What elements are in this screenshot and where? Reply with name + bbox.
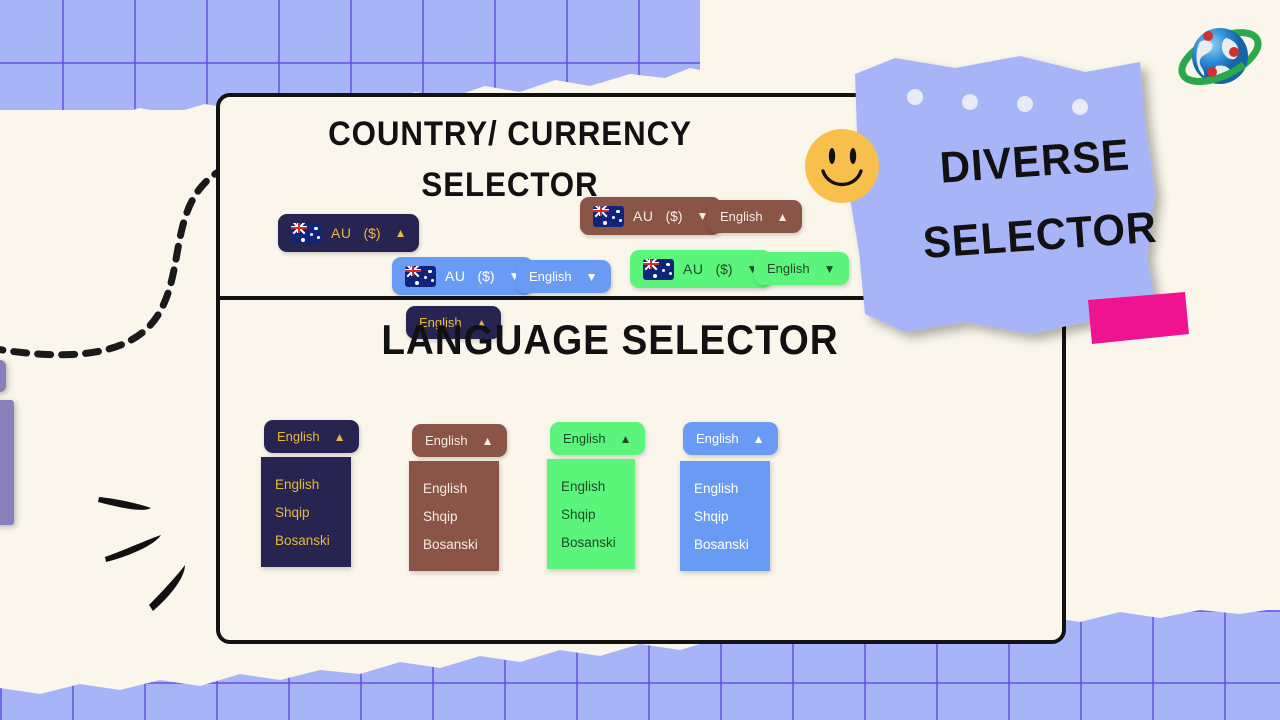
- language-dropdown-panel-navy[interactable]: English Shqip Bosanski: [261, 457, 351, 567]
- currency-symbol: ($): [665, 208, 683, 224]
- chevron-up-icon: ▲: [394, 226, 407, 240]
- language-option[interactable]: English: [261, 471, 351, 499]
- language-dropdown-trigger-blue[interactable]: English ▲: [683, 422, 778, 455]
- language-option[interactable]: English: [409, 475, 499, 503]
- chevron-down-icon: ▼: [585, 269, 598, 284]
- language-dropdown-trigger-navy[interactable]: English ▲: [264, 420, 359, 453]
- language-option[interactable]: English: [547, 473, 635, 501]
- language-pill-brown[interactable]: English ▲: [707, 200, 802, 233]
- language-label: English: [767, 261, 810, 276]
- currency-symbol: ($): [477, 268, 495, 284]
- country-currency-selector-blue[interactable]: AU ($) ▼: [392, 257, 534, 295]
- language-option[interactable]: Bosanski: [547, 529, 635, 557]
- language-trigger-label: English: [696, 431, 739, 446]
- chevron-up-icon: ▲: [333, 429, 346, 444]
- australia-flag-icon: [291, 222, 322, 244]
- language-option[interactable]: Shqip: [680, 503, 770, 531]
- language-dropdown-panel-green[interactable]: English Shqip Bosanski: [547, 459, 635, 569]
- language-section-title: Language Selector: [381, 316, 839, 363]
- australia-flag-icon: [643, 258, 674, 280]
- country-section-title: Country/ Currency Selector: [328, 115, 692, 204]
- currency-symbol: ($): [363, 225, 381, 241]
- language-label: English: [720, 209, 763, 224]
- language-dropdown-trigger-green[interactable]: English ▲: [550, 422, 645, 455]
- country-code: AU: [445, 268, 466, 284]
- language-option[interactable]: Shqip: [409, 503, 499, 531]
- globe-with-orbit-icon: [1178, 28, 1262, 85]
- chevron-up-icon: ▲: [752, 431, 765, 446]
- language-option[interactable]: English: [680, 475, 770, 503]
- language-pill-green[interactable]: English ▼: [754, 252, 849, 285]
- chevron-up-icon: ▲: [619, 431, 632, 446]
- language-trigger-label: English: [277, 429, 320, 444]
- chevron-up-icon: ▲: [776, 209, 789, 224]
- washi-tape: [1088, 292, 1189, 344]
- language-option[interactable]: Bosanski: [680, 531, 770, 559]
- australia-flag-icon: [593, 205, 624, 227]
- language-pill-blue[interactable]: English ▼: [516, 260, 611, 293]
- language-option[interactable]: Bosanski: [261, 527, 351, 555]
- country-code: AU: [331, 225, 352, 241]
- chevron-down-icon: ▼: [823, 261, 836, 276]
- australia-flag-icon: [405, 265, 436, 287]
- language-dropdown-panel-blue[interactable]: English Shqip Bosanski: [680, 461, 770, 571]
- language-dropdown-trigger-brown[interactable]: English ▲: [412, 424, 507, 457]
- language-option[interactable]: Bosanski: [409, 531, 499, 559]
- language-dropdown-panel-brown[interactable]: English Shqip Bosanski: [409, 461, 499, 571]
- sticky-note: [849, 56, 1189, 344]
- country-code: AU: [633, 208, 654, 224]
- language-option[interactable]: Shqip: [261, 499, 351, 527]
- chevron-up-icon: ▲: [481, 433, 494, 448]
- country-currency-selector-green[interactable]: AU ($) ▼: [630, 250, 772, 288]
- currency-symbol: ($): [715, 261, 733, 277]
- language-trigger-label: English: [425, 433, 468, 448]
- country-currency-selector-navy[interactable]: AU ($) ▲: [278, 214, 420, 252]
- language-trigger-label: English: [563, 431, 606, 446]
- smiley-face-icon: [805, 129, 879, 203]
- edge-shape-bottom: [0, 400, 14, 525]
- language-label: English: [529, 269, 572, 284]
- country-currency-selector-brown[interactable]: AU ($) ▼: [580, 197, 722, 235]
- language-option[interactable]: Shqip: [547, 501, 635, 529]
- brush-stroke-doodle-icon: [98, 497, 185, 611]
- country-code: AU: [683, 261, 704, 277]
